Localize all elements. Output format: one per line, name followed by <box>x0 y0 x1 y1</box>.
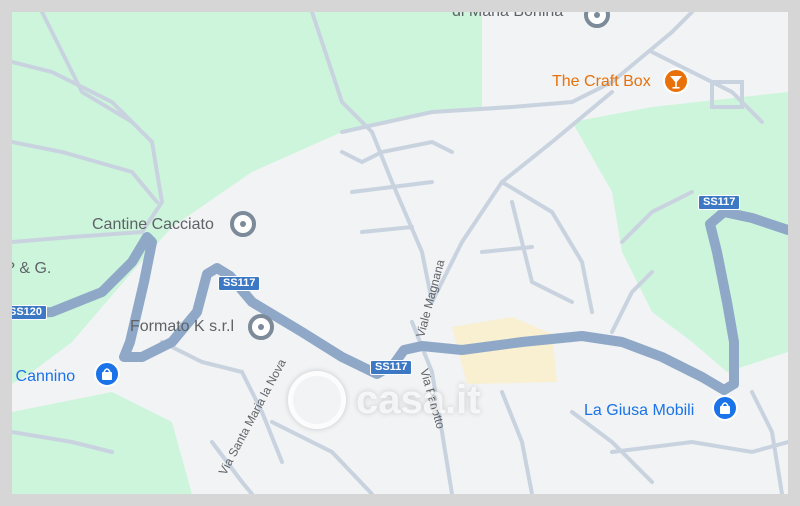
shopping-bag-icon[interactable] <box>710 394 740 424</box>
pin-gray-icon[interactable] <box>228 209 258 239</box>
watermark: casa.it <box>288 358 548 442</box>
poi-label-cannino[interactable]: li Cannino <box>12 368 75 386</box>
road-shield-ss117: SS117 <box>698 195 741 210</box>
poi-label-maria-bonina[interactable]: di Maria Bonina <box>452 12 563 21</box>
poi-label-cantine-cacciato[interactable]: Cantine Cacciato <box>92 216 214 234</box>
road-shield-ss117: SS117 <box>218 276 261 291</box>
poi-label-la-giusa-mobili[interactable]: La Giusa Mobili <box>584 402 694 420</box>
poi-label-formato-k[interactable]: Formato K s.r.l <box>130 318 234 336</box>
watermark-logo-icon <box>288 371 346 429</box>
shopping-bag-icon[interactable] <box>92 360 122 390</box>
map-canvas[interactable]: di Maria Bonina The Craft Box Cantine Ca… <box>12 12 788 494</box>
cocktail-icon[interactable] <box>661 67 691 97</box>
map-frame: di Maria Bonina The Craft Box Cantine Ca… <box>0 0 800 506</box>
poi-label-craft-box[interactable]: The Craft Box <box>552 73 651 91</box>
pin-gray-icon[interactable] <box>582 12 612 30</box>
poi-label-rg[interactable]: ? & G. <box>12 260 51 278</box>
road-shield-ss120: SS120 <box>12 305 48 320</box>
pin-gray-icon[interactable] <box>246 312 276 342</box>
watermark-text: casa.it <box>356 377 481 422</box>
